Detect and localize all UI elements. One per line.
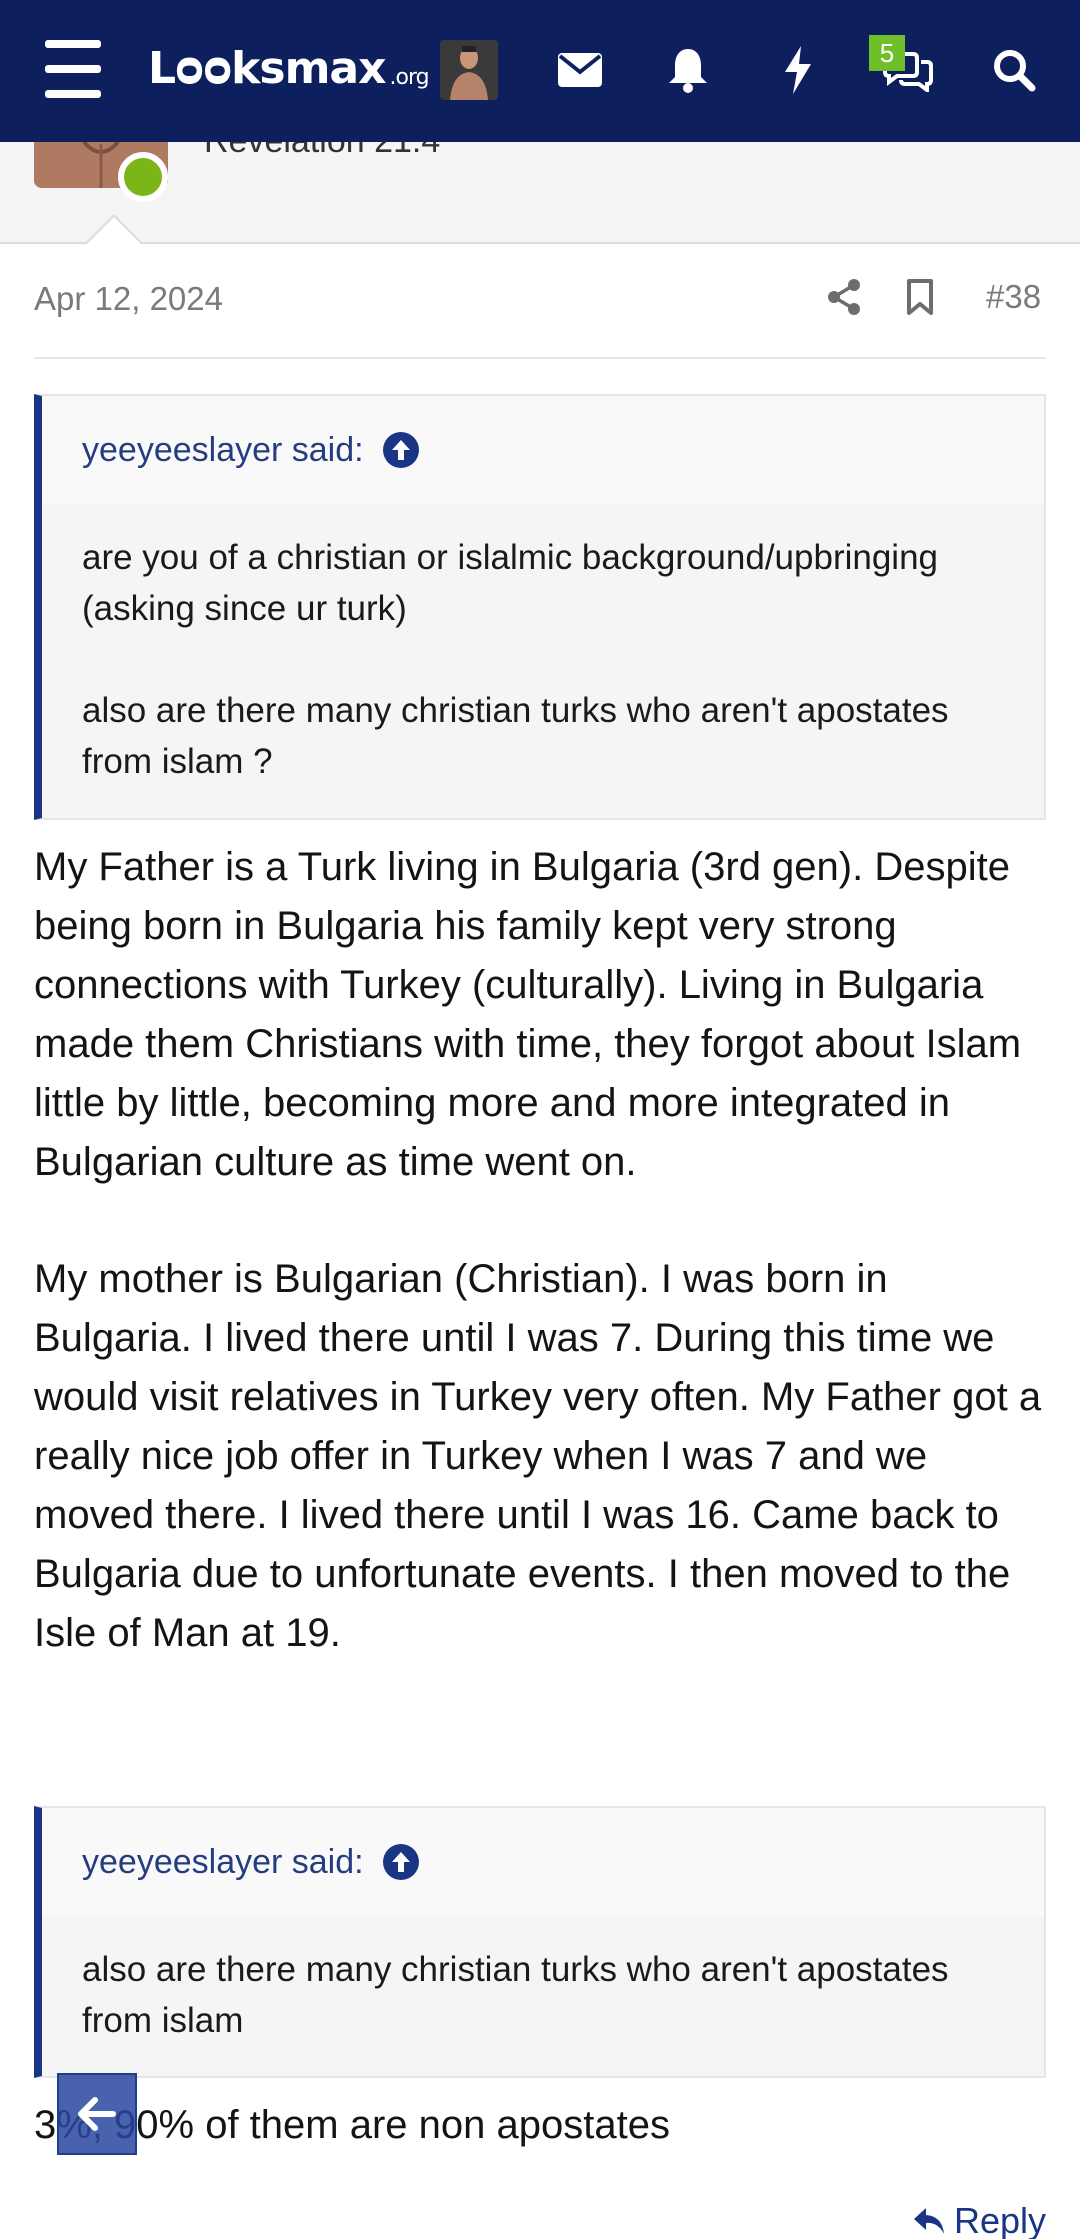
quote-header[interactable]: yeeyeeslayer said: xyxy=(42,396,1044,504)
jump-to-quote-icon[interactable] xyxy=(382,1843,420,1881)
online-status-indicator xyxy=(118,152,168,202)
bell-icon[interactable] xyxy=(658,40,718,100)
reply-label: Reply xyxy=(954,2200,1047,2239)
quote-block: yeeyeeslayer said: are you of a christia… xyxy=(34,394,1046,820)
quote-author[interactable]: yeeyeeslayer said: xyxy=(82,1843,364,1882)
post-paragraph: My mother is Bulgarian (Christian). I wa… xyxy=(34,1257,1042,1655)
arrow-left-icon xyxy=(78,2097,116,2131)
top-nav-bar: Lᴑᴑksmax .org 5 xyxy=(0,0,1080,142)
logo-text: Lᴑᴑksmax xyxy=(148,42,387,94)
quote-paragraph: also are there many christian turks who … xyxy=(82,1950,949,2040)
share-icon[interactable] xyxy=(826,272,876,322)
reply-button[interactable]: Reply xyxy=(912,2200,1046,2239)
menu-icon[interactable] xyxy=(40,40,106,98)
quote-paragraph: also are there many christian turks who … xyxy=(82,691,949,781)
site-logo[interactable]: Lᴑᴑksmax .org xyxy=(148,38,430,98)
post-header-divider xyxy=(34,357,1046,359)
quote-block: yeeyeeslayer said: also are there many c… xyxy=(34,1806,1046,2078)
quote-author[interactable]: yeeyeeslayer said: xyxy=(82,431,364,470)
post-paragraph: 3%, 90% of them are non apostates xyxy=(34,2103,670,2147)
search-icon[interactable] xyxy=(984,40,1044,100)
avatar[interactable] xyxy=(440,40,498,100)
mail-icon[interactable] xyxy=(550,40,610,100)
post-number-link[interactable]: #38 xyxy=(986,272,1041,322)
quote-header[interactable]: yeeyeeslayer said: xyxy=(42,1808,1044,1916)
logo-suffix: .org xyxy=(389,64,430,90)
bookmark-icon[interactable] xyxy=(906,272,946,322)
quote-content: also are there many christian turks who … xyxy=(42,1916,1044,2076)
quote-content: are you of a christian or islalmic backg… xyxy=(42,504,1044,817)
post-paragraph: My Father is a Turk living in Bulgaria (… xyxy=(34,845,1022,1184)
quote-paragraph: are you of a christian or islalmic backg… xyxy=(82,538,939,628)
jump-to-quote-icon[interactable] xyxy=(382,431,420,469)
bolt-icon[interactable] xyxy=(768,40,828,100)
reply-icon xyxy=(914,2208,944,2234)
back-button[interactable] xyxy=(57,2073,137,2155)
message-pointer-arrow xyxy=(84,214,144,245)
chat-badge: 5 xyxy=(869,35,905,71)
post-date[interactable]: Apr 12, 2024 xyxy=(34,280,223,318)
